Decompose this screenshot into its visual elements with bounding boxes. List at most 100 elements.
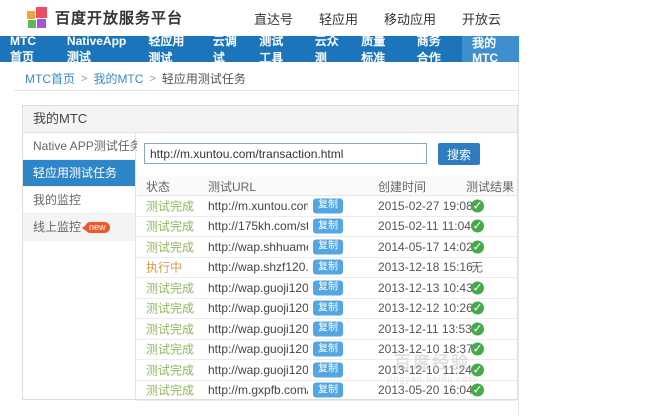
copy-button[interactable]: 复制 bbox=[313, 321, 343, 336]
copy-button[interactable]: 复制 bbox=[313, 260, 343, 275]
copy-button[interactable]: 复制 bbox=[313, 280, 343, 295]
navbar-item[interactable]: 质量标准 bbox=[351, 36, 406, 62]
test-url: http://wap.guoji120.cn/zt... bbox=[208, 301, 308, 315]
header-nav: 直达号 轻应用 移动应用 开放云 bbox=[228, 0, 501, 36]
table-row: 测试完成http://wap.guoji120.cn/zt...复制2013-1… bbox=[137, 340, 517, 361]
navbar-item[interactable]: 云众测 bbox=[305, 36, 352, 62]
breadcrumb-current: 轻应用测试任务 bbox=[162, 70, 246, 87]
copy-button[interactable]: 复制 bbox=[313, 383, 343, 398]
created-time: 2013-12-10 11:24 bbox=[378, 363, 472, 377]
check-circle-icon: ✓ bbox=[471, 240, 484, 253]
test-url: http://wap.guoji120.cn/zt... bbox=[208, 322, 308, 336]
breadcrumb-separator: > bbox=[81, 73, 87, 85]
check-circle-icon: ✓ bbox=[471, 384, 484, 397]
table-row: 测试完成 http://wap.guoji120.cn/zt... 复制 2013-1… bbox=[137, 278, 517, 299]
table-row: 执行中http://wap.shzf120.com/ww...复制2013-12… bbox=[137, 258, 517, 279]
created-time: 2013-05-20 16:04 bbox=[378, 383, 473, 397]
copy-button[interactable]: 复制 bbox=[313, 342, 343, 357]
sidebar-item[interactable]: 线上监控new bbox=[23, 214, 135, 241]
column-header-result: 测试结果 bbox=[466, 178, 514, 195]
status-label: 测试完成 bbox=[146, 279, 194, 296]
sidebar: Native APP测试任务轻应用测试任务我的监控线上监控new bbox=[23, 133, 136, 399]
sidebar-item-label: Native APP测试任务 bbox=[33, 133, 142, 160]
status-label: 测试完成 bbox=[146, 361, 194, 378]
check-circle-icon: ✓ bbox=[471, 281, 484, 294]
navbar-item[interactable]: 云调试 bbox=[203, 36, 250, 62]
sidebar-item-label: 轻应用测试任务 bbox=[33, 160, 117, 187]
result-none-label: 无 bbox=[471, 259, 483, 276]
status-label: 测试完成 bbox=[146, 320, 194, 337]
brand: 百度开放服务平台 bbox=[27, 7, 183, 28]
breadcrumb: MTC首页 > 我的MTC > 轻应用测试任务 bbox=[25, 70, 246, 87]
test-url: http://wap.shhuamei.cn/sp... bbox=[208, 240, 308, 254]
check-circle-icon: ✓ bbox=[471, 220, 484, 233]
site-title: 百度开放服务平台 bbox=[55, 7, 183, 28]
baidu-grid-logo-icon bbox=[27, 7, 48, 28]
header-nav-item[interactable]: 开放云 bbox=[462, 9, 501, 28]
table-row: 测试完成 http://wap.guoji120.cn/zt... 复制 2013-1… bbox=[137, 319, 517, 340]
status-label: 测试完成 bbox=[146, 382, 194, 399]
panel-title: 我的MTC bbox=[23, 106, 517, 133]
navbar-item[interactable]: 商务合作 bbox=[407, 36, 462, 62]
created-time: 2014-05-17 14:02 bbox=[378, 240, 473, 254]
test-url: http://wap.guoji120.cn/zt... bbox=[208, 363, 308, 377]
created-time: 2013-12-11 13:53 bbox=[378, 322, 472, 336]
copy-button[interactable]: 复制 bbox=[313, 219, 343, 234]
table-body: 测试完成 http://m.xuntou.com/复制 2015-02-27 19:… bbox=[137, 196, 517, 401]
created-time: 2015-02-27 19:08 bbox=[378, 199, 473, 213]
header-nav-item[interactable]: 直达号 bbox=[254, 9, 293, 28]
table-header: 状态 测试URL 创建时间 测试结果 bbox=[137, 176, 517, 196]
breadcrumb-link[interactable]: MTC首页 bbox=[25, 70, 75, 87]
navbar-item[interactable]: 轻应用测试 bbox=[138, 36, 202, 62]
status-label: 测试完成 bbox=[146, 341, 194, 358]
created-time: 2013-12-13 10:43 bbox=[378, 281, 473, 295]
table-row: 测试完成http://175kh.com/start/in...复制2015-0… bbox=[137, 217, 517, 238]
created-time: 2013-12-12 10:26 bbox=[378, 301, 473, 315]
sidebar-item[interactable]: 我的监控 bbox=[23, 187, 135, 214]
header-nav-item[interactable]: 移动应用 bbox=[384, 9, 436, 28]
header-nav-item[interactable]: 轻应用 bbox=[319, 9, 358, 28]
search-button[interactable]: 搜索 bbox=[438, 143, 480, 165]
table-row: 测试完成 http://m.xuntou.com/复制 2015-02-27 19:… bbox=[137, 196, 517, 217]
screen: 百度开放服务平台 直达号轻应用移动应用开放云 MTC首页NativeApp测试轻… bbox=[0, 0, 656, 416]
navbar-item[interactable]: 测试工具 bbox=[249, 36, 304, 62]
column-header-status: 状态 bbox=[146, 178, 170, 195]
status-label: 测试完成 bbox=[146, 197, 194, 214]
check-circle-icon: ✓ bbox=[471, 302, 484, 315]
test-url: http://m.gxpfb.com/ bbox=[208, 383, 308, 397]
table-row: 测试完成 http://wap.guoji120.cn/zt... 复制 2013-1… bbox=[137, 360, 517, 381]
navbar-item[interactable]: MTC首页 bbox=[0, 36, 57, 62]
created-time: 2013-12-18 15:16 bbox=[378, 260, 473, 274]
breadcrumb-separator: > bbox=[149, 73, 155, 85]
site-header: 百度开放服务平台 直达号 轻应用 移动应用 开放云 bbox=[0, 0, 519, 36]
created-time: 2015-02-11 11:04 bbox=[378, 219, 471, 233]
column-header-url: 测试URL bbox=[208, 178, 256, 195]
check-circle-icon: ✓ bbox=[471, 363, 484, 376]
sidebar-item[interactable]: Native APP测试任务 bbox=[23, 133, 135, 160]
check-circle-icon: ✓ bbox=[471, 343, 484, 356]
main-content: 搜索 状态 测试URL 创建时间 测试结果 测试完成 http://m.xunto… bbox=[137, 133, 517, 399]
content-panel: 我的MTC Native APP测试任务轻应用测试任务我的监控线上监控new 搜… bbox=[22, 105, 518, 400]
test-url: http://m.xuntou.com/ bbox=[208, 199, 308, 213]
browser-page: 百度开放服务平台 直达号轻应用移动应用开放云 MTC首页NativeApp测试轻… bbox=[0, 0, 519, 416]
created-time: 2013-12-10 18:37 bbox=[378, 342, 473, 356]
status-label: 测试完成 bbox=[146, 238, 194, 255]
table-row: 测试完成http://wap.guoji120.cn/zt...复制2013-1… bbox=[137, 299, 517, 320]
url-search-input[interactable] bbox=[144, 143, 427, 164]
copy-button[interactable]: 复制 bbox=[313, 362, 343, 377]
test-url: http://wap.guoji120.cn/zt... bbox=[208, 281, 308, 295]
sidebar-item[interactable]: 轻应用测试任务 bbox=[23, 160, 135, 187]
main-navbar: MTC首页NativeApp测试轻应用测试云调试测试工具云众测质量标准商务合作我… bbox=[0, 36, 519, 62]
copy-button[interactable]: 复制 bbox=[313, 239, 343, 254]
table-row: 测试完成 http://wap.shhuamei.cn/sp... 复制 2014-0… bbox=[137, 237, 517, 258]
copy-button[interactable]: 复制 bbox=[313, 301, 343, 316]
breadcrumb-link[interactable]: 我的MTC bbox=[93, 70, 143, 87]
navbar-item[interactable]: NativeApp测试 bbox=[57, 36, 139, 62]
check-circle-icon: ✓ bbox=[471, 199, 484, 212]
sidebar-item-label: 我的监控 bbox=[33, 187, 81, 214]
copy-button[interactable]: 复制 bbox=[313, 198, 343, 213]
breadcrumb-divider bbox=[14, 90, 519, 91]
test-url: http://175kh.com/start/in... bbox=[208, 219, 308, 233]
navbar-item-active[interactable]: 我的MTC bbox=[462, 36, 519, 62]
test-url: http://wap.shzf120.com/ww... bbox=[208, 260, 308, 274]
